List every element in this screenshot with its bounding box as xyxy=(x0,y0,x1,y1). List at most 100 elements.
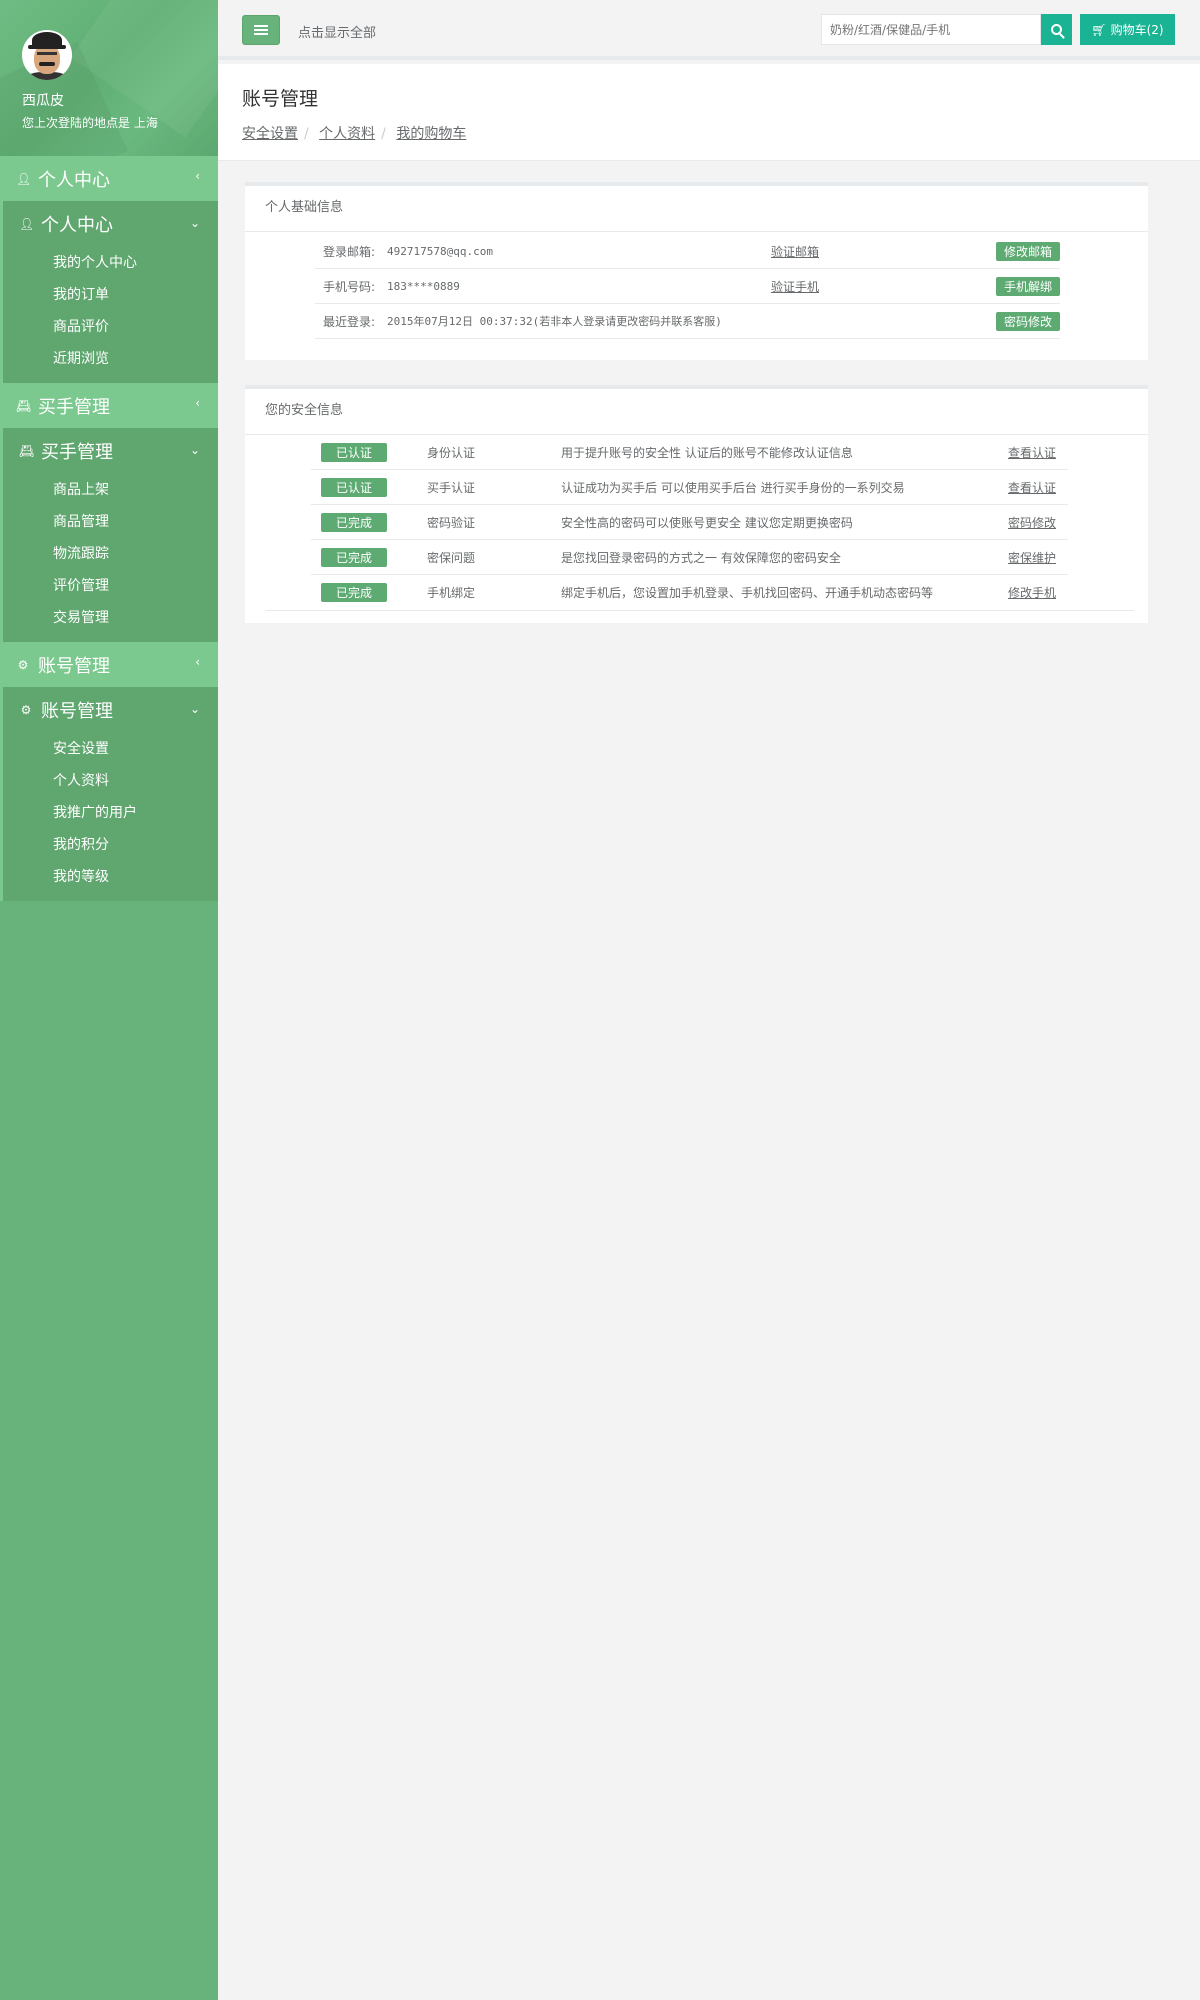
security-item-desc: 用于提升账号的安全性 认证后的账号不能修改认证信息 xyxy=(561,445,853,460)
search-input[interactable] xyxy=(821,14,1041,45)
nav-subheader-account-management[interactable]: ⚙︎ 账号管理 ⌄ xyxy=(3,687,218,733)
security-item-name: 密码验证 xyxy=(427,515,476,530)
info-value: 492717578@qq.com xyxy=(387,244,493,258)
chevron-left-icon: ‹ xyxy=(195,169,200,183)
chevron-down-icon: ⌄ xyxy=(189,443,200,457)
sidebar-item-my-level[interactable]: 我的等级 xyxy=(3,861,218,893)
nav-section-account-management[interactable]: ⚙︎ 账号管理 ‹ xyxy=(0,642,218,687)
sidebar-item-manage-products[interactable]: 商品管理 xyxy=(3,506,218,538)
status-badge: 已认证 xyxy=(321,477,387,497)
divider xyxy=(265,610,1134,611)
security-row-buyer: 已认证 买手认证 认证成功为买手后 可以使用买手后台 进行买手身份的一系列交易 … xyxy=(311,470,1068,505)
username[interactable]: 西瓜皮 xyxy=(22,90,196,110)
verify-phone-link[interactable]: 验证手机 xyxy=(771,278,996,295)
sidebar-item-my-orders[interactable]: 我的订单 xyxy=(3,279,218,311)
unbind-phone-button[interactable]: 手机解绑 xyxy=(996,276,1060,296)
sidebar-item-list-product[interactable]: 商品上架 xyxy=(3,474,218,506)
chevron-left-icon: ‹ xyxy=(195,655,200,669)
search-button[interactable] xyxy=(1041,14,1072,45)
gear-icon: ⚙︎ xyxy=(17,657,29,672)
nav-section-label: 个人中心 xyxy=(38,169,110,191)
cart-label: 购物车(2) xyxy=(1110,23,1164,37)
sidebar-item-review-management[interactable]: 评价管理 xyxy=(3,570,218,602)
sidebar-item-transactions[interactable]: 交易管理 xyxy=(3,602,218,634)
security-row-identity: 已认证 身份认证 用于提升账号的安全性 认证后的账号不能修改认证信息 查看认证 xyxy=(311,435,1068,470)
security-row-password: 已完成 密码验证 安全性高的密码可以使账号更安全 建议您定期更换密码 密码修改 xyxy=(311,505,1068,540)
panel-title: 您的安全信息 xyxy=(245,389,1148,435)
security-item-name: 手机绑定 xyxy=(427,586,476,600)
sidebar-item-referred-users[interactable]: 我推广的用户 xyxy=(3,797,218,829)
info-value: 183****0889 xyxy=(387,279,460,293)
nav-section-label: 买手管理 xyxy=(38,396,110,418)
status-badge: 已完成 xyxy=(321,583,387,602)
change-phone-link[interactable]: 修改手机 xyxy=(1008,584,1068,601)
cart-button[interactable]: 🛒︎ 购物车(2) xyxy=(1080,14,1175,45)
info-label: 登录邮箱: xyxy=(323,244,376,259)
nav-subheader-label: 买手管理 xyxy=(41,442,113,463)
profile-panel: 西瓜皮 您上次登陆的地点是 上海 xyxy=(0,0,218,156)
view-verification-link[interactable]: 查看认证 xyxy=(1008,479,1068,496)
change-email-button[interactable]: 修改邮箱 xyxy=(996,241,1060,261)
chevron-left-icon: ‹ xyxy=(195,396,200,410)
nav-subheader-label: 账号管理 xyxy=(41,701,113,722)
breadcrumb: 安全设置 / 个人资料 / 我的购物车 xyxy=(242,123,1176,143)
breadcrumb-cart[interactable]: 我的购物车 xyxy=(396,126,466,142)
id-card-icon: 📇︎ xyxy=(16,398,32,413)
nav-submenu-personal-center: 👤︎ 个人中心 ⌄ 我的个人中心 我的订单 商品评价 近期浏览 xyxy=(0,201,218,383)
nav-subheader-personal-center[interactable]: 👤︎ 个人中心 ⌄ xyxy=(3,201,218,247)
security-item-name: 密保问题 xyxy=(427,550,476,565)
page-title: 账号管理 xyxy=(242,88,319,110)
info-row-email: 登录邮箱: 492717578@qq.com 验证邮箱 修改邮箱 xyxy=(315,234,1060,269)
verify-email-link[interactable]: 验证邮箱 xyxy=(771,243,996,260)
cart-icon: 🛒︎ xyxy=(1091,22,1107,37)
avatar[interactable] xyxy=(22,30,72,80)
status-badge: 已完成 xyxy=(321,547,387,567)
info-row-phone: 手机号码: 183****0889 验证手机 手机解绑 xyxy=(315,269,1060,304)
last-login-location: 您上次登陆的地点是 上海 xyxy=(22,116,158,130)
sidebar-item-product-reviews[interactable]: 商品评价 xyxy=(3,311,218,343)
chevron-down-icon: ⌄ xyxy=(189,702,200,716)
breadcrumb-profile[interactable]: 个人资料 xyxy=(319,126,375,142)
user-icon: 👤︎ xyxy=(16,171,32,186)
change-password-button[interactable]: 密码修改 xyxy=(996,311,1060,331)
page-heading: 账号管理 安全设置 / 个人资料 / 我的购物车 xyxy=(218,64,1200,161)
sidebar-item-my-points[interactable]: 我的积分 xyxy=(3,829,218,861)
panel-title: 个人基础信息 xyxy=(245,186,1148,232)
nav-submenu-account-management: ⚙︎ 账号管理 ⌄ 安全设置 个人资料 我推广的用户 我的积分 我的等级 xyxy=(0,687,218,901)
sidebar-item-profile[interactable]: 个人资料 xyxy=(3,765,218,797)
nav-section-personal-center[interactable]: 👤︎ 个人中心 ‹ xyxy=(0,156,218,201)
security-item-desc: 是您找回登录密码的方式之一 有效保障您的密码安全 xyxy=(561,550,841,565)
nav-subheader-buyer-management[interactable]: 📇︎ 买手管理 ⌄ xyxy=(3,428,218,474)
info-value: 2015年07月12日 00:37:32(若非本人登录请更改密码并联系客服) xyxy=(387,315,722,328)
sidebar-item-recent-views[interactable]: 近期浏览 xyxy=(3,343,218,375)
sidebar: 西瓜皮 您上次登陆的地点是 上海 👤︎ 个人中心 ‹ 👤︎ 个人中心 ⌄ 我的个… xyxy=(0,0,218,2000)
security-info-panel: 您的安全信息 已认证 身份认证 用于提升账号的安全性 认证后的账号不能修改认证信… xyxy=(245,385,1148,623)
show-all-link[interactable]: 点击显示全部 xyxy=(298,22,376,41)
change-password-link[interactable]: 密码修改 xyxy=(1008,514,1068,531)
menu-toggle-button[interactable] xyxy=(242,15,280,45)
breadcrumb-security-settings[interactable]: 安全设置 xyxy=(242,126,298,142)
security-item-name: 身份认证 xyxy=(427,445,476,460)
nav-subheader-label: 个人中心 xyxy=(41,215,113,236)
security-item-desc: 认证成功为买手后 可以使用买手后台 进行买手身份的一系列交易 xyxy=(561,480,905,495)
maintain-security-question-link[interactable]: 密保维护 xyxy=(1008,549,1068,566)
search-icon xyxy=(1051,24,1062,35)
breadcrumb-separator: / xyxy=(304,126,309,142)
id-card-icon: 📇︎ xyxy=(19,444,35,458)
breadcrumb-separator: / xyxy=(381,126,386,142)
top-navbar: 点击显示全部 🛒︎ 购物车(2) xyxy=(218,0,1200,60)
view-verification-link[interactable]: 查看认证 xyxy=(1008,444,1068,461)
status-badge: 已完成 xyxy=(321,512,387,532)
info-label: 手机号码: xyxy=(323,279,376,294)
nav-submenu-buyer-management: 📇︎ 买手管理 ⌄ 商品上架 商品管理 物流跟踪 评价管理 交易管理 xyxy=(0,428,218,642)
gear-icon: ⚙︎ xyxy=(20,703,32,717)
sidebar-item-security-settings[interactable]: 安全设置 xyxy=(3,733,218,765)
sidebar-item-my-center[interactable]: 我的个人中心 xyxy=(3,247,218,279)
security-item-desc: 绑定手机后，您设置加手机登录、手机找回密码、开通手机动态密码等 xyxy=(561,586,934,600)
user-icon: 👤︎ xyxy=(19,217,35,231)
security-row-phone: 已完成 手机绑定 绑定手机后，您设置加手机登录、手机找回密码、开通手机动态密码等… xyxy=(311,575,1068,610)
sidebar-item-logistics[interactable]: 物流跟踪 xyxy=(3,538,218,570)
hamburger-icon xyxy=(254,29,268,31)
nav-section-buyer-management[interactable]: 📇︎ 买手管理 ‹ xyxy=(0,383,218,428)
info-row-last-login: 最近登录: 2015年07月12日 00:37:32(若非本人登录请更改密码并联… xyxy=(315,304,1060,339)
